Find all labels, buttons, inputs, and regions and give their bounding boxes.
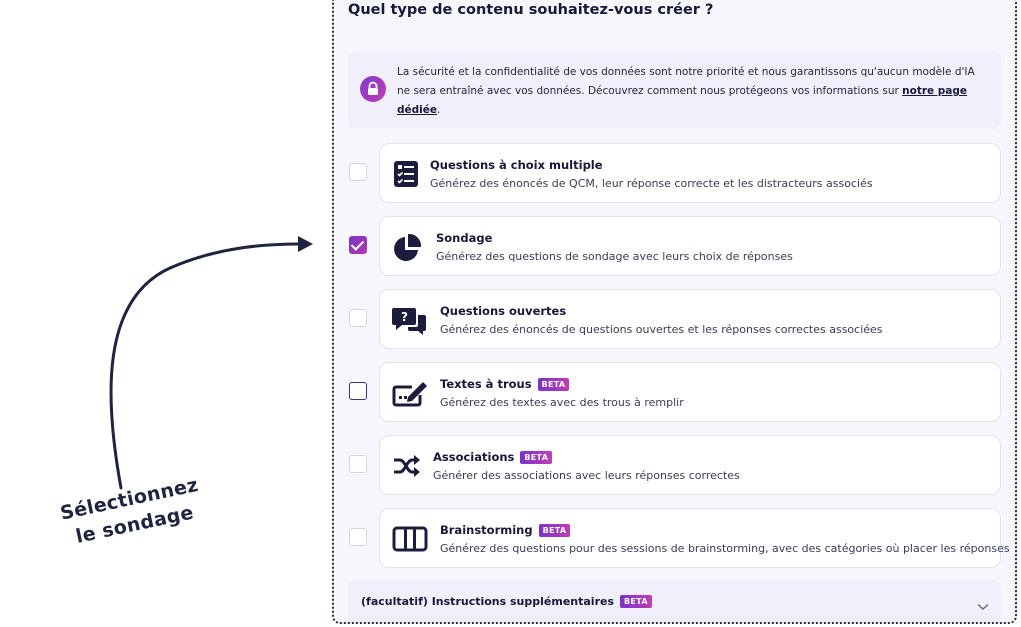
option-card-trous[interactable]: Textes à trous BETA Générez des textes a… [379, 362, 1001, 422]
option-title-qcm: Questions à choix multiple [430, 158, 603, 172]
option-desc-brainstorming: Générez des questions pour des sessions … [440, 542, 1010, 555]
option-title-trous: Textes à trous BETA [440, 377, 570, 391]
content-type-row-qcm: Questions à choix multiple Générez des é… [348, 143, 1001, 203]
option-card-ouvertes[interactable]: ? Questions ouvertes Générez des énoncés… [379, 289, 1001, 349]
extra-instructions-label: (facultatif) Instructions supplémentaire… [361, 595, 652, 608]
option-card-qcm[interactable]: Questions à choix multiple Générez des é… [379, 143, 1001, 203]
checkbox-associations[interactable] [349, 455, 367, 473]
columns-icon [392, 525, 428, 553]
extra-instructions-accordion[interactable]: (facultatif) Instructions supplémentaire… [348, 580, 1001, 622]
option-desc-ouvertes: Générez des énoncés de questions ouverte… [440, 323, 883, 336]
option-title-associations: Associations BETA [433, 450, 553, 464]
checklist-icon [392, 160, 420, 188]
option-desc-sondage: Générez des questions de sondage avec le… [436, 250, 793, 263]
option-desc-qcm: Générez des énoncés de QCM, leur réponse… [430, 177, 873, 190]
extra-instructions-text: (facultatif) Instructions supplémentaire… [361, 595, 615, 608]
content-type-row-brainstorming: Brainstorming BETA Générez des questions… [348, 508, 1010, 568]
option-title-brainstorming: Brainstorming BETA [440, 523, 571, 537]
option-title-brainstorming-text: Brainstorming [440, 523, 533, 537]
content-type-panel: Quel type de contenu souhaitez-vous crée… [332, 0, 1017, 624]
pie-chart-icon [392, 233, 422, 261]
option-card-associations[interactable]: Associations BETA Générer des associatio… [379, 435, 1001, 495]
privacy-notice-end: . [437, 104, 441, 116]
option-title-trous-text: Textes à trous [440, 377, 532, 391]
option-title-ouvertes: Questions ouvertes [440, 304, 567, 318]
pen-field-icon [392, 379, 427, 407]
option-desc-trous: Générez des textes avec des trous à remp… [440, 396, 684, 409]
beta-badge-trous: BETA [537, 377, 570, 391]
privacy-notice-text: La sécurité et la confidentialité de vos… [397, 63, 987, 120]
option-title-associations-text: Associations [433, 450, 515, 464]
panel-title: Quel type de contenu souhaitez-vous crée… [348, 2, 714, 18]
privacy-notice: La sécurité et la confidentialité de vos… [348, 51, 1001, 129]
option-desc-associations: Générer des associations avec leurs répo… [433, 469, 740, 482]
checkbox-qcm[interactable] [349, 163, 367, 181]
checkbox-sondage[interactable] [349, 236, 367, 254]
option-title-sondage: Sondage [436, 231, 493, 245]
beta-badge-associations: BETA [520, 450, 553, 464]
option-card-sondage[interactable]: Sondage Générez des questions de sondage… [379, 216, 1001, 276]
beta-badge-extra: BETA [620, 595, 652, 608]
question-bubbles-icon: ? [392, 306, 426, 335]
checkbox-ouvertes[interactable] [349, 309, 367, 327]
checkbox-brainstorming[interactable] [349, 528, 367, 546]
beta-badge-brainstorming: BETA [538, 523, 571, 537]
privacy-notice-body: La sécurité et la confidentialité de vos… [397, 66, 975, 97]
lock-icon [360, 76, 386, 102]
content-type-row-ouvertes: ? Questions ouvertes Générez des énoncés… [348, 289, 1001, 349]
content-type-row-sondage: Sondage Générez des questions de sondage… [348, 216, 1001, 276]
svg-text:?: ? [401, 310, 408, 324]
checkbox-trous[interactable] [349, 382, 367, 400]
content-type-row-trous: Textes à trous BETA Générez des textes a… [348, 362, 1001, 422]
option-card-brainstorming[interactable]: Brainstorming BETA Générez des questions… [379, 508, 1010, 568]
content-type-row-associations: Associations BETA Générer des associatio… [348, 435, 1001, 495]
shuffle-icon [392, 452, 420, 480]
chevron-down-icon[interactable] [977, 596, 989, 615]
